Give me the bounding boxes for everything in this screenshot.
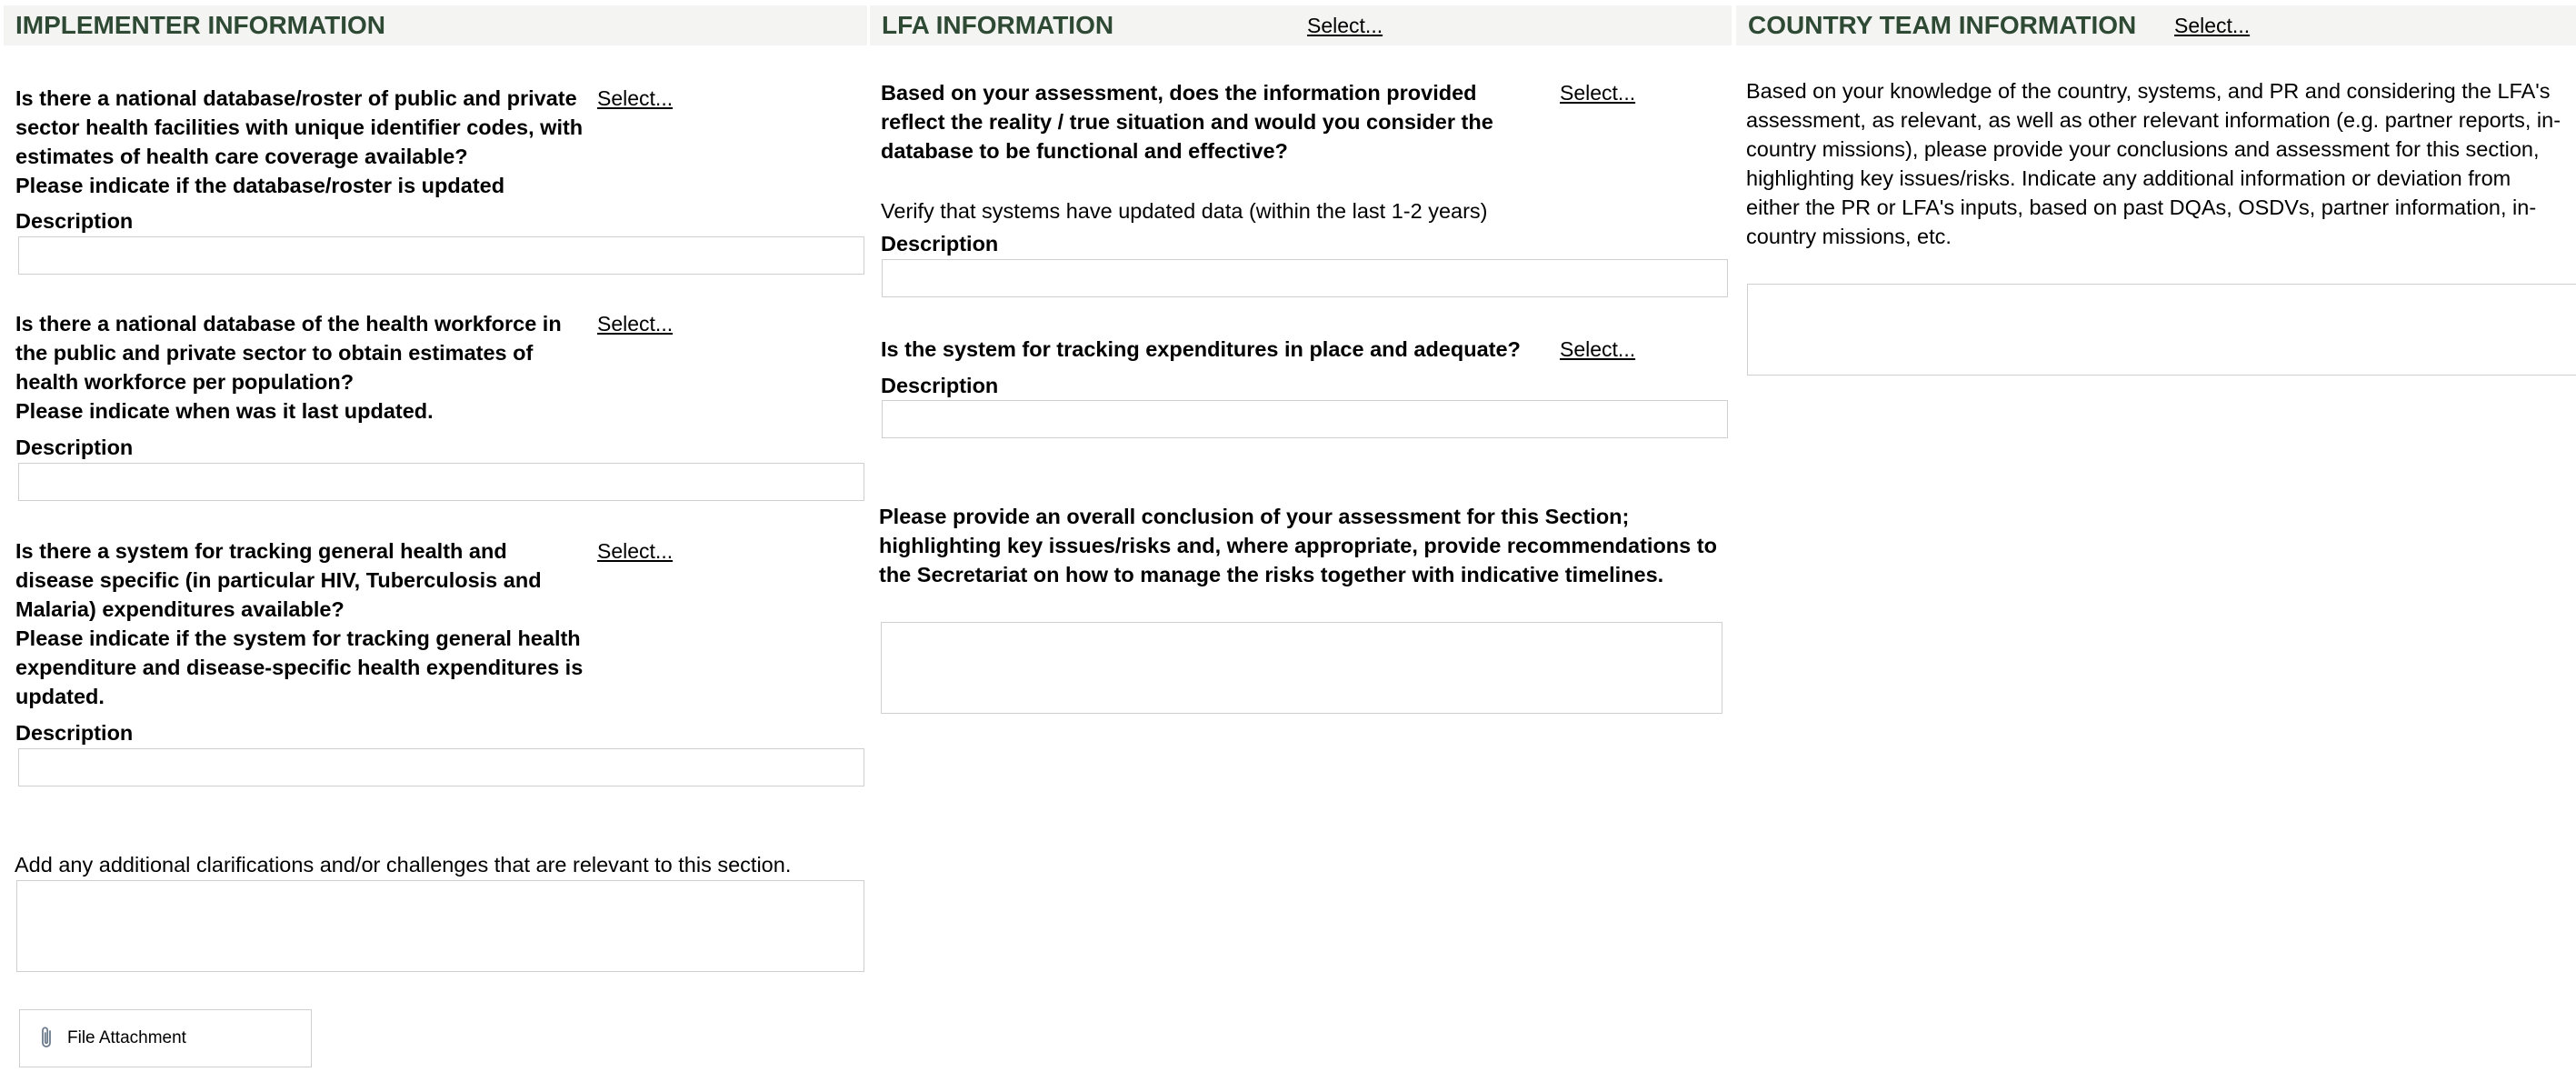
paperclip-icon — [42, 1027, 51, 1047]
impl-q2-description-label: Description — [15, 436, 134, 459]
lfa-q1-select[interactable]: Select... — [1560, 81, 1635, 105]
impl-q2-select[interactable]: Select... — [597, 312, 673, 336]
impl-q1-description-label: Description — [15, 209, 134, 233]
impl-additional-label: Add any additional clarifications and/or… — [15, 853, 792, 877]
country-team-instructions: Based on your knowledge of the country, … — [1746, 79, 2561, 248]
country-team-header: COUNTRY TEAM INFORMATION — [1736, 5, 2576, 45]
impl-q3-description-label: Description — [15, 721, 134, 745]
impl-q1-select[interactable]: Select... — [597, 86, 673, 111]
lfa-q2-question: Is the system for tracking expenditures … — [881, 337, 1521, 361]
impl-q1-description-field[interactable] — [18, 236, 864, 275]
impl-additional-field[interactable] — [16, 880, 864, 972]
lfa-conclusion-field[interactable] — [881, 622, 1722, 714]
lfa-header: LFA INFORMATION — [870, 5, 1732, 45]
lfa-conclusion-label: Please provide an overall conclusion of … — [879, 505, 1717, 586]
lfa-header-select[interactable]: Select... — [1307, 14, 1383, 38]
lfa-title: LFA INFORMATION — [882, 11, 1114, 39]
country-team-title: COUNTRY TEAM INFORMATION — [1748, 11, 2137, 39]
country-team-header-select[interactable]: Select... — [2174, 14, 2250, 38]
impl-q2-description-field[interactable] — [18, 463, 864, 501]
file-attachment-label: File Attachment — [67, 1028, 186, 1047]
impl-q3-description-field[interactable] — [18, 748, 864, 786]
lfa-q2-description-field[interactable] — [882, 400, 1728, 438]
lfa-q1-verify-text: Verify that systems have updated data (w… — [881, 199, 1488, 223]
country-team-field[interactable] — [1747, 284, 2576, 376]
lfa-q1-description-label: Description — [881, 232, 999, 255]
lfa-q2-select[interactable]: Select... — [1560, 337, 1635, 362]
lfa-q1-question: Based on your assessment, does the infor… — [881, 81, 1493, 163]
lfa-q2-description-label: Description — [881, 374, 999, 397]
impl-q3-select[interactable]: Select... — [597, 539, 673, 564]
lfa-q1-description-field[interactable] — [882, 259, 1728, 297]
impl-q2-question: Is there a national database of the heal… — [15, 312, 562, 423]
implementer-header: IMPLEMENTER INFORMATION — [4, 5, 867, 45]
file-attachment-button[interactable]: File Attachment — [19, 1009, 312, 1067]
implementer-title: IMPLEMENTER INFORMATION — [15, 11, 386, 39]
impl-q1-question: Is there a national database/roster of p… — [15, 86, 584, 197]
impl-q3-question: Is there a system for tracking general h… — [15, 539, 584, 708]
